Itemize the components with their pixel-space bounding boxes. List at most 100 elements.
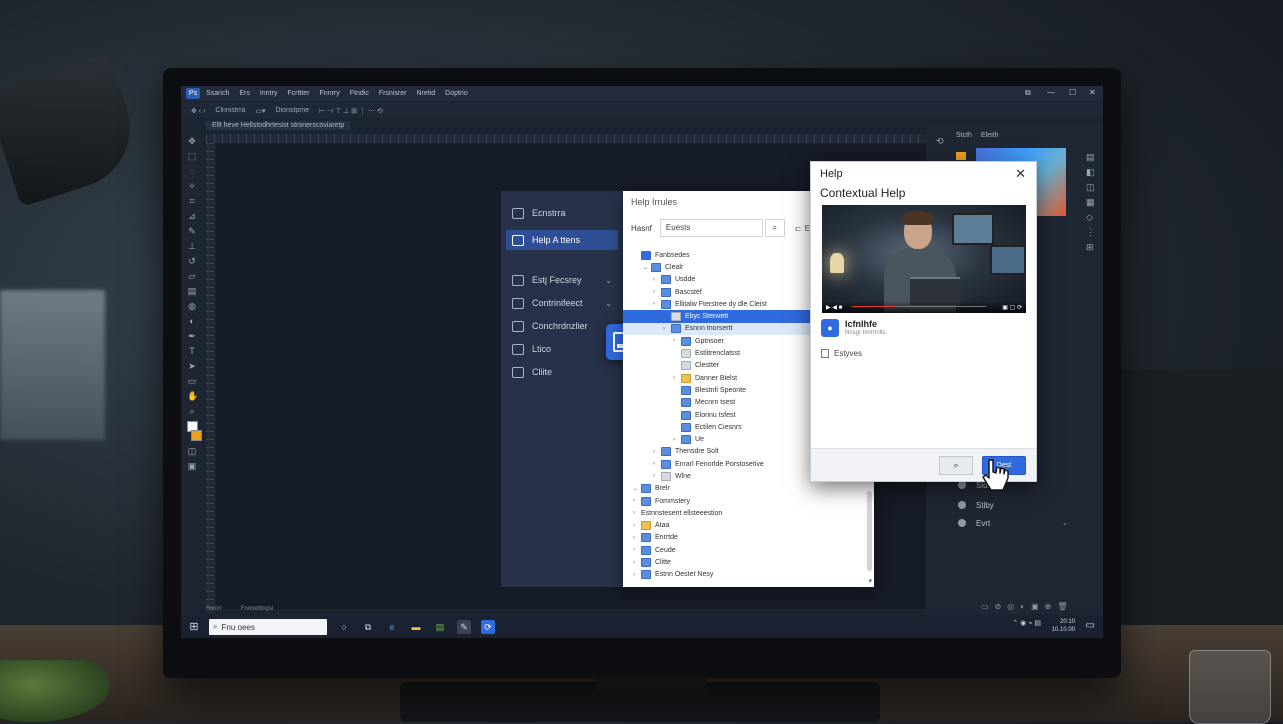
expand-arrow-icon[interactable]: › (633, 510, 641, 516)
windows-start-icon[interactable]: ⊞ (187, 620, 201, 634)
swatches-icon[interactable]: ▤ (1086, 152, 1098, 167)
wand-tool-icon[interactable]: ✧ (187, 181, 197, 191)
close-icon[interactable]: ✕ (1089, 88, 1096, 97)
option-dropdown[interactable]: ▭▾ (255, 107, 265, 115)
store-icon[interactable]: ▤ (433, 620, 447, 634)
tree-row[interactable]: › Ataa (633, 520, 865, 532)
zoom-tool-icon[interactable]: ⌕ (187, 406, 197, 416)
menu-item[interactable]: Fcrttter (287, 90, 309, 97)
nav-item[interactable]: Cliite (506, 362, 618, 382)
lasso-tool-icon[interactable]: ◌ (187, 166, 197, 176)
clock[interactable]: 20:10 10.10.00 (1052, 618, 1075, 634)
expand-arrow-icon[interactable]: › (653, 277, 661, 283)
channels-icon[interactable]: ▦ (1086, 197, 1098, 212)
brush-tool-icon[interactable]: ✎ (187, 226, 197, 236)
pen-tool-icon[interactable]: ✒ (187, 331, 197, 341)
expand-arrow-icon[interactable]: › (653, 289, 661, 295)
eraser-tool-icon[interactable]: ▱ (187, 271, 197, 281)
move-tool-icon[interactable]: ✥ (187, 136, 197, 146)
hand-tool-icon[interactable]: ✋ (187, 391, 198, 401)
video-player[interactable]: ▶ ◀ ■ ▣ ▢ ⟳ (822, 205, 1026, 313)
menu-item[interactable]: Fnnrry (320, 90, 340, 97)
layer-row[interactable]: Stlby (958, 496, 1068, 514)
expand-arrow-icon[interactable]: › (673, 338, 681, 344)
menu-item[interactable]: Nretid (416, 90, 435, 97)
layer-row[interactable]: Evrt ⌄ (958, 514, 1068, 532)
system-tray-icons[interactable]: ⌃ ◉ ⌁ ▤ (1012, 619, 1041, 627)
expand-arrow-icon[interactable]: › (653, 301, 661, 307)
panel-tab[interactable]: Stcth (956, 132, 972, 139)
tree-row[interactable]: ⌄ Brelr (633, 483, 865, 495)
tree-row[interactable]: › Ceude (633, 544, 865, 556)
history-icon[interactable]: ⟲ (936, 136, 944, 147)
video-progress-bar[interactable] (852, 306, 986, 307)
blur-tool-icon[interactable]: ◍ (187, 301, 197, 311)
task-view-icon[interactable]: ⧉ (361, 620, 375, 634)
scroll-down-icon[interactable]: ▾ (868, 577, 872, 585)
crop-tool-icon[interactable]: ⌗ (187, 196, 197, 206)
path-tool-icon[interactable]: ➤ (187, 361, 197, 371)
type-tool-icon[interactable]: T (187, 346, 197, 356)
search-input[interactable]: Euests (659, 219, 763, 237)
search-button[interactable]: ⌕ (939, 456, 973, 475)
visibility-icon[interactable] (958, 481, 966, 489)
nav-item[interactable]: Estj Fecsrey ⌄ (506, 270, 618, 290)
expand-arrow-icon[interactable]: › (653, 461, 661, 467)
styles-icon[interactable]: ◫ (1086, 182, 1098, 197)
nav-item[interactable]: Conchrdnzlier (506, 316, 618, 336)
expand-arrow-icon[interactable]: › (633, 560, 641, 566)
menu-item[interactable]: Frsnisrer (379, 90, 407, 97)
chevron-down-icon[interactable]: ⌄ (605, 299, 612, 308)
tree-row[interactable]: › Fommstery (633, 495, 865, 507)
marquee-tool-icon[interactable]: ⬚ (187, 151, 197, 161)
expand-arrow-icon[interactable]: › (633, 547, 641, 553)
menu-item[interactable]: Ers (239, 90, 250, 97)
expand-arrow-icon[interactable]: › (653, 473, 661, 479)
nav-item[interactable]: Contrinifeect ⌄ (506, 293, 618, 313)
adjustments-icon[interactable]: ◧ (1086, 167, 1098, 182)
expand-arrow-icon[interactable]: › (653, 449, 661, 455)
tree-row[interactable]: › Clitte (633, 556, 865, 568)
menu-item[interactable]: Doptrio (445, 90, 468, 97)
filter-icon[interactable]: ⊏ (795, 224, 802, 233)
expand-arrow-icon[interactable]: › (633, 498, 641, 504)
edge-icon[interactable]: e (385, 620, 399, 634)
snap-icon[interactable]: ⧉ (1025, 88, 1031, 98)
taskbar-search[interactable]: ⌕ Fnu oees (209, 619, 327, 635)
tree-row[interactable]: › Estnnstesent ellsteeestion (633, 507, 865, 519)
expand-arrow-icon[interactable]: › (663, 314, 671, 320)
play-controls-icon[interactable]: ▶ ◀ ■ (826, 304, 842, 311)
menu-item[interactable]: Inntry (260, 90, 278, 97)
photoshop-taskbar-icon[interactable]: ⟳ (481, 620, 495, 634)
history-brush-icon[interactable]: ↺ (187, 256, 197, 266)
option-label[interactable]: Clnnistrra (215, 107, 245, 114)
minimize-icon[interactable]: — (1047, 88, 1055, 97)
brush-settings-icon[interactable]: ⋮ (1086, 227, 1098, 242)
nav-item-active[interactable]: Help A ttens (506, 230, 618, 250)
app-icon[interactable]: ✎ (457, 620, 471, 634)
expand-arrow-icon[interactable]: ⌄ (633, 485, 641, 492)
cortana-icon[interactable]: ○ (337, 620, 351, 634)
tree-row[interactable]: › Estnn Oestet Nesy (633, 569, 865, 581)
close-icon[interactable]: ✕ (1015, 166, 1026, 182)
expand-arrow-icon[interactable]: › (673, 437, 681, 443)
menu-item[interactable]: Ftndic (350, 90, 369, 97)
quick-mask-icon[interactable]: ◫ (187, 446, 197, 456)
properties-icon[interactable]: ⊞ (1086, 242, 1098, 257)
expand-arrow-icon[interactable]: › (633, 535, 641, 541)
article-link[interactable]: ● Icfnlhfe Nnsgr Imlrrtnlts (821, 319, 886, 337)
background-color-swatch[interactable] (191, 430, 202, 441)
search-icon[interactable]: ⌕ (764, 219, 785, 237)
chevron-down-icon[interactable]: ⌄ (605, 276, 612, 285)
scrollbar-thumb[interactable] (867, 491, 872, 571)
expand-arrow-icon[interactable]: › (633, 572, 641, 578)
shape-tool-icon[interactable]: ▭ (187, 376, 197, 386)
screen-mode-icon[interactable]: ▣ (187, 461, 197, 471)
visibility-icon[interactable] (958, 519, 966, 527)
fullscreen-controls-icon[interactable]: ▣ ▢ ⟳ (1002, 304, 1022, 311)
eyedropper-tool-icon[interactable]: ⊿ (187, 211, 197, 221)
menu-item[interactable]: Ssarich (206, 90, 229, 97)
expand-arrow-icon[interactable]: › (663, 326, 671, 332)
nav-item[interactable]: Ltico (506, 339, 618, 359)
gradient-tool-icon[interactable]: ▤ (187, 286, 197, 296)
